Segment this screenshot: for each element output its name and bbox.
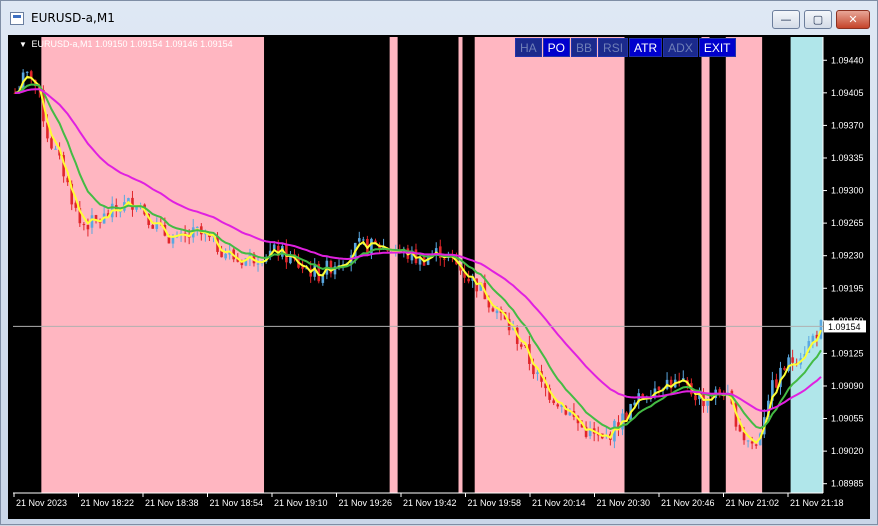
symbol-info: ▼ EURUSD-a,M1 1.09150 1.09154 1.09146 1.… [19,39,233,49]
time-tick-label: 21 Nov 2023 [16,498,67,508]
zone-black [709,37,726,493]
candle-body [151,225,155,229]
price-tick-label: 1.09125 [831,348,864,358]
candle-body [443,258,446,260]
collapse-triangle-icon[interactable]: ▼ [19,40,27,49]
zone-black [624,37,702,493]
price-tick-label: 1.08985 [831,479,864,489]
candle-body [25,71,29,73]
time-tick-label: 21 Nov 19:26 [339,498,393,508]
candle-body [357,238,361,242]
toolbar-button-exit[interactable]: EXIT [698,38,736,57]
candle-body [82,224,86,226]
candle-body [694,395,697,401]
candle-body [657,386,661,391]
candle-body [224,253,227,259]
price-tick-label: 1.09090 [831,381,864,391]
candle-body [775,379,778,388]
candle-body [495,310,499,314]
price-tick-label: 1.09405 [831,88,864,98]
time-tick-label: 21 Nov 21:18 [790,498,844,508]
candle-body [54,148,57,150]
zone-pink [701,37,710,493]
time-tick-label: 21 Nov 19:10 [274,498,328,508]
symbol-label: EURUSD-a,M1 [31,39,93,49]
time-tick-label: 21 Nov 20:30 [597,498,651,508]
zone-pink [41,37,265,493]
time-tick-label: 21 Nov 20:46 [661,498,715,508]
toolbar-button-bb[interactable]: BB [571,38,598,57]
time-tick-label: 21 Nov 21:02 [726,498,780,508]
indicator-toolbar: HA PO BB RSI ATR ADX EXIT [515,38,737,58]
candle-body [556,404,560,407]
candle-body [783,367,786,370]
price-tick-label: 1.09230 [831,251,864,261]
toolbar-button-po[interactable]: PO [542,38,571,57]
price-chart[interactable]: 1.09440 1.09405 1.09370 1.09335 1.09300 1.092… [1,1,878,526]
candle-body [568,412,572,416]
toolbar-button-atr[interactable]: ATR [629,38,663,57]
candle-body [536,372,539,374]
price-tick-label: 1.09370 [831,120,864,130]
toolbar-button-ha[interactable]: HA [515,38,542,57]
candle-body [754,444,758,446]
price-tick-label: 1.09300 [831,186,864,196]
candle-body [819,320,823,339]
candle-body [491,308,495,312]
zone-pink [725,37,763,493]
candle-body [791,357,794,363]
time-tick-label: 21 Nov 20:14 [532,498,586,508]
price-tick-label: 1.09195 [831,283,864,293]
candle-body [467,278,470,282]
time-tick-label: 21 Nov 19:42 [403,498,457,508]
candle-body [746,440,750,442]
candle-body [256,263,260,265]
candle-body [321,275,325,283]
current-price-label: 1.09154 [828,322,861,332]
price-tick-label: 1.09055 [831,414,864,424]
candle-body [362,239,365,241]
time-tick-label: 21 Nov 18:38 [145,498,199,508]
candle-body [167,236,171,244]
candle-body [195,226,199,228]
toolbar-button-adx[interactable]: ADX [663,38,698,57]
zone-pink [389,37,398,493]
candle-body [86,224,90,230]
toolbar-button-rsi[interactable]: RSI [598,38,629,57]
time-tick-label: 21 Nov 18:22 [81,498,135,508]
price-tick-label: 1.09440 [831,55,864,65]
candle-body [519,344,523,347]
price-tick-label: 1.09265 [831,218,864,228]
candle-body [50,138,53,149]
time-tick-label: 21 Nov 19:58 [468,498,522,508]
price-tick-label: 1.09020 [831,446,864,456]
candle-body [750,441,754,444]
ohlc-values: 1.09150 1.09154 1.09146 1.09154 [94,39,233,49]
zone-cyan [790,37,823,493]
price-tick-label: 1.09335 [831,153,864,163]
candle-body [171,237,175,244]
time-tick-label: 21 Nov 18:54 [210,498,264,508]
zone-black [13,37,42,493]
candle-body [552,400,555,404]
terminal-window: EURUSD-a,M1 — ▢ ✕ 1.09440 1.09405 1.09370 1… [0,0,878,525]
